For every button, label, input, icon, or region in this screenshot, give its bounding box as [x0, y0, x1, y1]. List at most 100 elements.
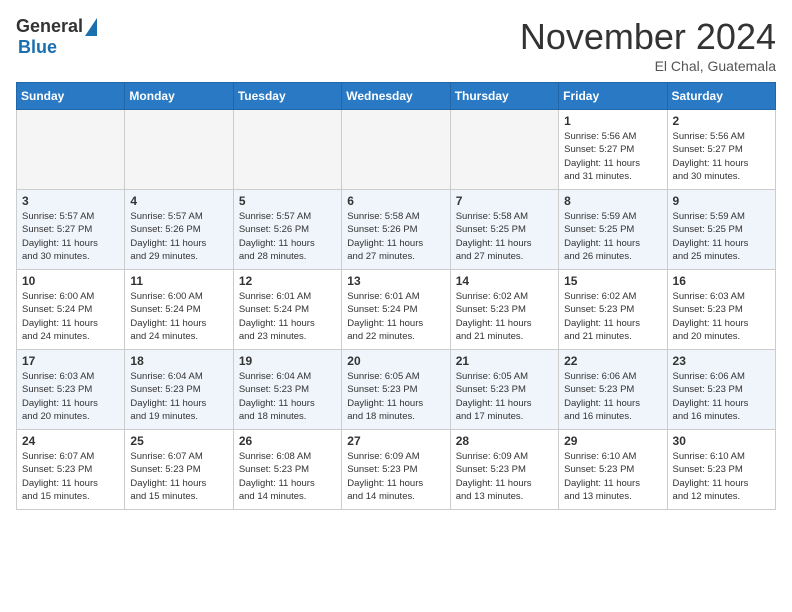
calendar-day-cell: 7 Sunrise: 5:58 AMSunset: 5:25 PMDaylight…	[450, 190, 558, 270]
calendar-day-cell: 27 Sunrise: 6:09 AMSunset: 5:23 PMDayligh…	[342, 430, 450, 510]
logo-general-text: General	[16, 16, 83, 37]
day-info: Sunrise: 5:57 AMSunset: 5:26 PMDaylight:…	[239, 210, 336, 263]
day-number: 29	[564, 434, 661, 448]
weekday-header-thursday: Thursday	[450, 83, 558, 110]
day-number: 23	[673, 354, 770, 368]
title-area: November 2024 El Chal, Guatemala	[520, 16, 776, 74]
day-number: 27	[347, 434, 444, 448]
weekday-header-sunday: Sunday	[17, 83, 125, 110]
calendar-week-row: 10Sunrise: 6:00 AMSunset: 5:24 PMDayligh…	[17, 270, 776, 350]
day-number: 17	[22, 354, 119, 368]
day-number: 9	[673, 194, 770, 208]
calendar-day-cell	[233, 110, 341, 190]
calendar-day-cell: 17 Sunrise: 6:03 AMSunset: 5:23 PMDayligh…	[17, 350, 125, 430]
day-number: 20	[347, 354, 444, 368]
logo-triangle-icon	[85, 18, 97, 36]
logo-blue-text: Blue	[18, 37, 57, 58]
calendar-day-cell: 18 Sunrise: 6:04 AMSunset: 5:23 PMDayligh…	[125, 350, 233, 430]
day-info: Sunrise: 5:56 AMSunset: 5:27 PMDaylight:…	[564, 130, 661, 183]
day-info: Sunrise: 6:01 AMSunset: 5:24 PMDaylight:…	[239, 290, 336, 343]
day-info: Sunrise: 6:02 AMSunset: 5:23 PMDaylight:…	[456, 290, 553, 343]
day-info: Sunrise: 6:06 AMSunset: 5:23 PMDaylight:…	[673, 370, 770, 423]
calendar-day-cell	[125, 110, 233, 190]
day-number: 16	[673, 274, 770, 288]
weekday-header-friday: Friday	[559, 83, 667, 110]
calendar-day-cell: 2Sunrise: 5:56 AMSunset: 5:27 PMDaylight…	[667, 110, 775, 190]
calendar-table: SundayMondayTuesdayWednesdayThursdayFrid…	[16, 82, 776, 510]
day-number: 28	[456, 434, 553, 448]
calendar-day-cell: 4 Sunrise: 5:57 AMSunset: 5:26 PMDaylight…	[125, 190, 233, 270]
calendar-day-cell	[450, 110, 558, 190]
day-info: Sunrise: 6:07 AMSunset: 5:23 PMDaylight:…	[130, 450, 227, 503]
calendar-day-cell	[342, 110, 450, 190]
calendar-day-cell	[17, 110, 125, 190]
calendar-day-cell: 28 Sunrise: 6:09 AMSunset: 5:23 PMDayligh…	[450, 430, 558, 510]
day-number: 1	[564, 114, 661, 128]
day-number: 8	[564, 194, 661, 208]
day-number: 21	[456, 354, 553, 368]
day-number: 30	[673, 434, 770, 448]
day-info: Sunrise: 6:05 AMSunset: 5:23 PMDaylight:…	[347, 370, 444, 423]
day-info: Sunrise: 6:10 AMSunset: 5:23 PMDaylight:…	[564, 450, 661, 503]
day-number: 12	[239, 274, 336, 288]
calendar-week-row: 17 Sunrise: 6:03 AMSunset: 5:23 PMDayligh…	[17, 350, 776, 430]
day-info: Sunrise: 6:05 AMSunset: 5:23 PMDaylight:…	[456, 370, 553, 423]
day-number: 26	[239, 434, 336, 448]
day-number: 15	[564, 274, 661, 288]
day-number: 5	[239, 194, 336, 208]
day-number: 4	[130, 194, 227, 208]
day-number: 7	[456, 194, 553, 208]
calendar-day-cell: 12 Sunrise: 6:01 AMSunset: 5:24 PMDayligh…	[233, 270, 341, 350]
day-info: Sunrise: 5:58 AMSunset: 5:26 PMDaylight:…	[347, 210, 444, 263]
day-info: Sunrise: 6:06 AMSunset: 5:23 PMDaylight:…	[564, 370, 661, 423]
day-info: Sunrise: 6:00 AMSunset: 5:24 PMDaylight:…	[130, 290, 227, 343]
calendar-day-cell: 21 Sunrise: 6:05 AMSunset: 5:23 PMDayligh…	[450, 350, 558, 430]
day-info: Sunrise: 5:57 AMSunset: 5:26 PMDaylight:…	[130, 210, 227, 263]
location-subtitle: El Chal, Guatemala	[520, 58, 776, 74]
day-info: Sunrise: 6:09 AMSunset: 5:23 PMDaylight:…	[347, 450, 444, 503]
day-number: 22	[564, 354, 661, 368]
logo: General Blue	[16, 16, 97, 58]
day-info: Sunrise: 6:02 AMSunset: 5:23 PMDaylight:…	[564, 290, 661, 343]
page-header: General Blue November 2024 El Chal, Guat…	[16, 16, 776, 74]
day-info: Sunrise: 5:57 AMSunset: 5:27 PMDaylight:…	[22, 210, 119, 263]
weekday-header-tuesday: Tuesday	[233, 83, 341, 110]
calendar-day-cell: 16 Sunrise: 6:03 AMSunset: 5:23 PMDayligh…	[667, 270, 775, 350]
day-number: 19	[239, 354, 336, 368]
calendar-day-cell: 9 Sunrise: 5:59 AMSunset: 5:25 PMDaylight…	[667, 190, 775, 270]
calendar-day-cell: 25 Sunrise: 6:07 AMSunset: 5:23 PMDayligh…	[125, 430, 233, 510]
day-number: 11	[130, 274, 227, 288]
day-info: Sunrise: 6:09 AMSunset: 5:23 PMDaylight:…	[456, 450, 553, 503]
day-info: Sunrise: 6:07 AMSunset: 5:23 PMDaylight:…	[22, 450, 119, 503]
calendar-day-cell: 5 Sunrise: 5:57 AMSunset: 5:26 PMDaylight…	[233, 190, 341, 270]
calendar-day-cell: 24Sunrise: 6:07 AMSunset: 5:23 PMDayligh…	[17, 430, 125, 510]
day-number: 6	[347, 194, 444, 208]
calendar-day-cell: 22 Sunrise: 6:06 AMSunset: 5:23 PMDayligh…	[559, 350, 667, 430]
day-number: 25	[130, 434, 227, 448]
weekday-header-saturday: Saturday	[667, 83, 775, 110]
day-info: Sunrise: 6:04 AMSunset: 5:23 PMDaylight:…	[239, 370, 336, 423]
day-info: Sunrise: 5:59 AMSunset: 5:25 PMDaylight:…	[564, 210, 661, 263]
calendar-day-cell: 20 Sunrise: 6:05 AMSunset: 5:23 PMDayligh…	[342, 350, 450, 430]
calendar-day-cell: 6 Sunrise: 5:58 AMSunset: 5:26 PMDaylight…	[342, 190, 450, 270]
day-info: Sunrise: 6:03 AMSunset: 5:23 PMDaylight:…	[673, 290, 770, 343]
calendar-week-row: 1 Sunrise: 5:56 AMSunset: 5:27 PMDaylight…	[17, 110, 776, 190]
calendar-day-cell: 13Sunrise: 6:01 AMSunset: 5:24 PMDayligh…	[342, 270, 450, 350]
calendar-day-cell: 1 Sunrise: 5:56 AMSunset: 5:27 PMDaylight…	[559, 110, 667, 190]
day-info: Sunrise: 5:59 AMSunset: 5:25 PMDaylight:…	[673, 210, 770, 263]
calendar-day-cell: 8 Sunrise: 5:59 AMSunset: 5:25 PMDaylight…	[559, 190, 667, 270]
day-number: 2	[673, 114, 770, 128]
calendar-day-cell: 26 Sunrise: 6:08 AMSunset: 5:23 PMDayligh…	[233, 430, 341, 510]
month-title: November 2024	[520, 16, 776, 58]
day-number: 14	[456, 274, 553, 288]
day-number: 18	[130, 354, 227, 368]
calendar-day-cell: 30Sunrise: 6:10 AMSunset: 5:23 PMDayligh…	[667, 430, 775, 510]
day-info: Sunrise: 5:58 AMSunset: 5:25 PMDaylight:…	[456, 210, 553, 263]
calendar-day-cell: 23 Sunrise: 6:06 AMSunset: 5:23 PMDayligh…	[667, 350, 775, 430]
weekday-header-monday: Monday	[125, 83, 233, 110]
day-info: Sunrise: 6:04 AMSunset: 5:23 PMDaylight:…	[130, 370, 227, 423]
calendar-day-cell: 14 Sunrise: 6:02 AMSunset: 5:23 PMDayligh…	[450, 270, 558, 350]
day-info: Sunrise: 6:03 AMSunset: 5:23 PMDaylight:…	[22, 370, 119, 423]
calendar-week-row: 24Sunrise: 6:07 AMSunset: 5:23 PMDayligh…	[17, 430, 776, 510]
day-info: Sunrise: 6:08 AMSunset: 5:23 PMDaylight:…	[239, 450, 336, 503]
